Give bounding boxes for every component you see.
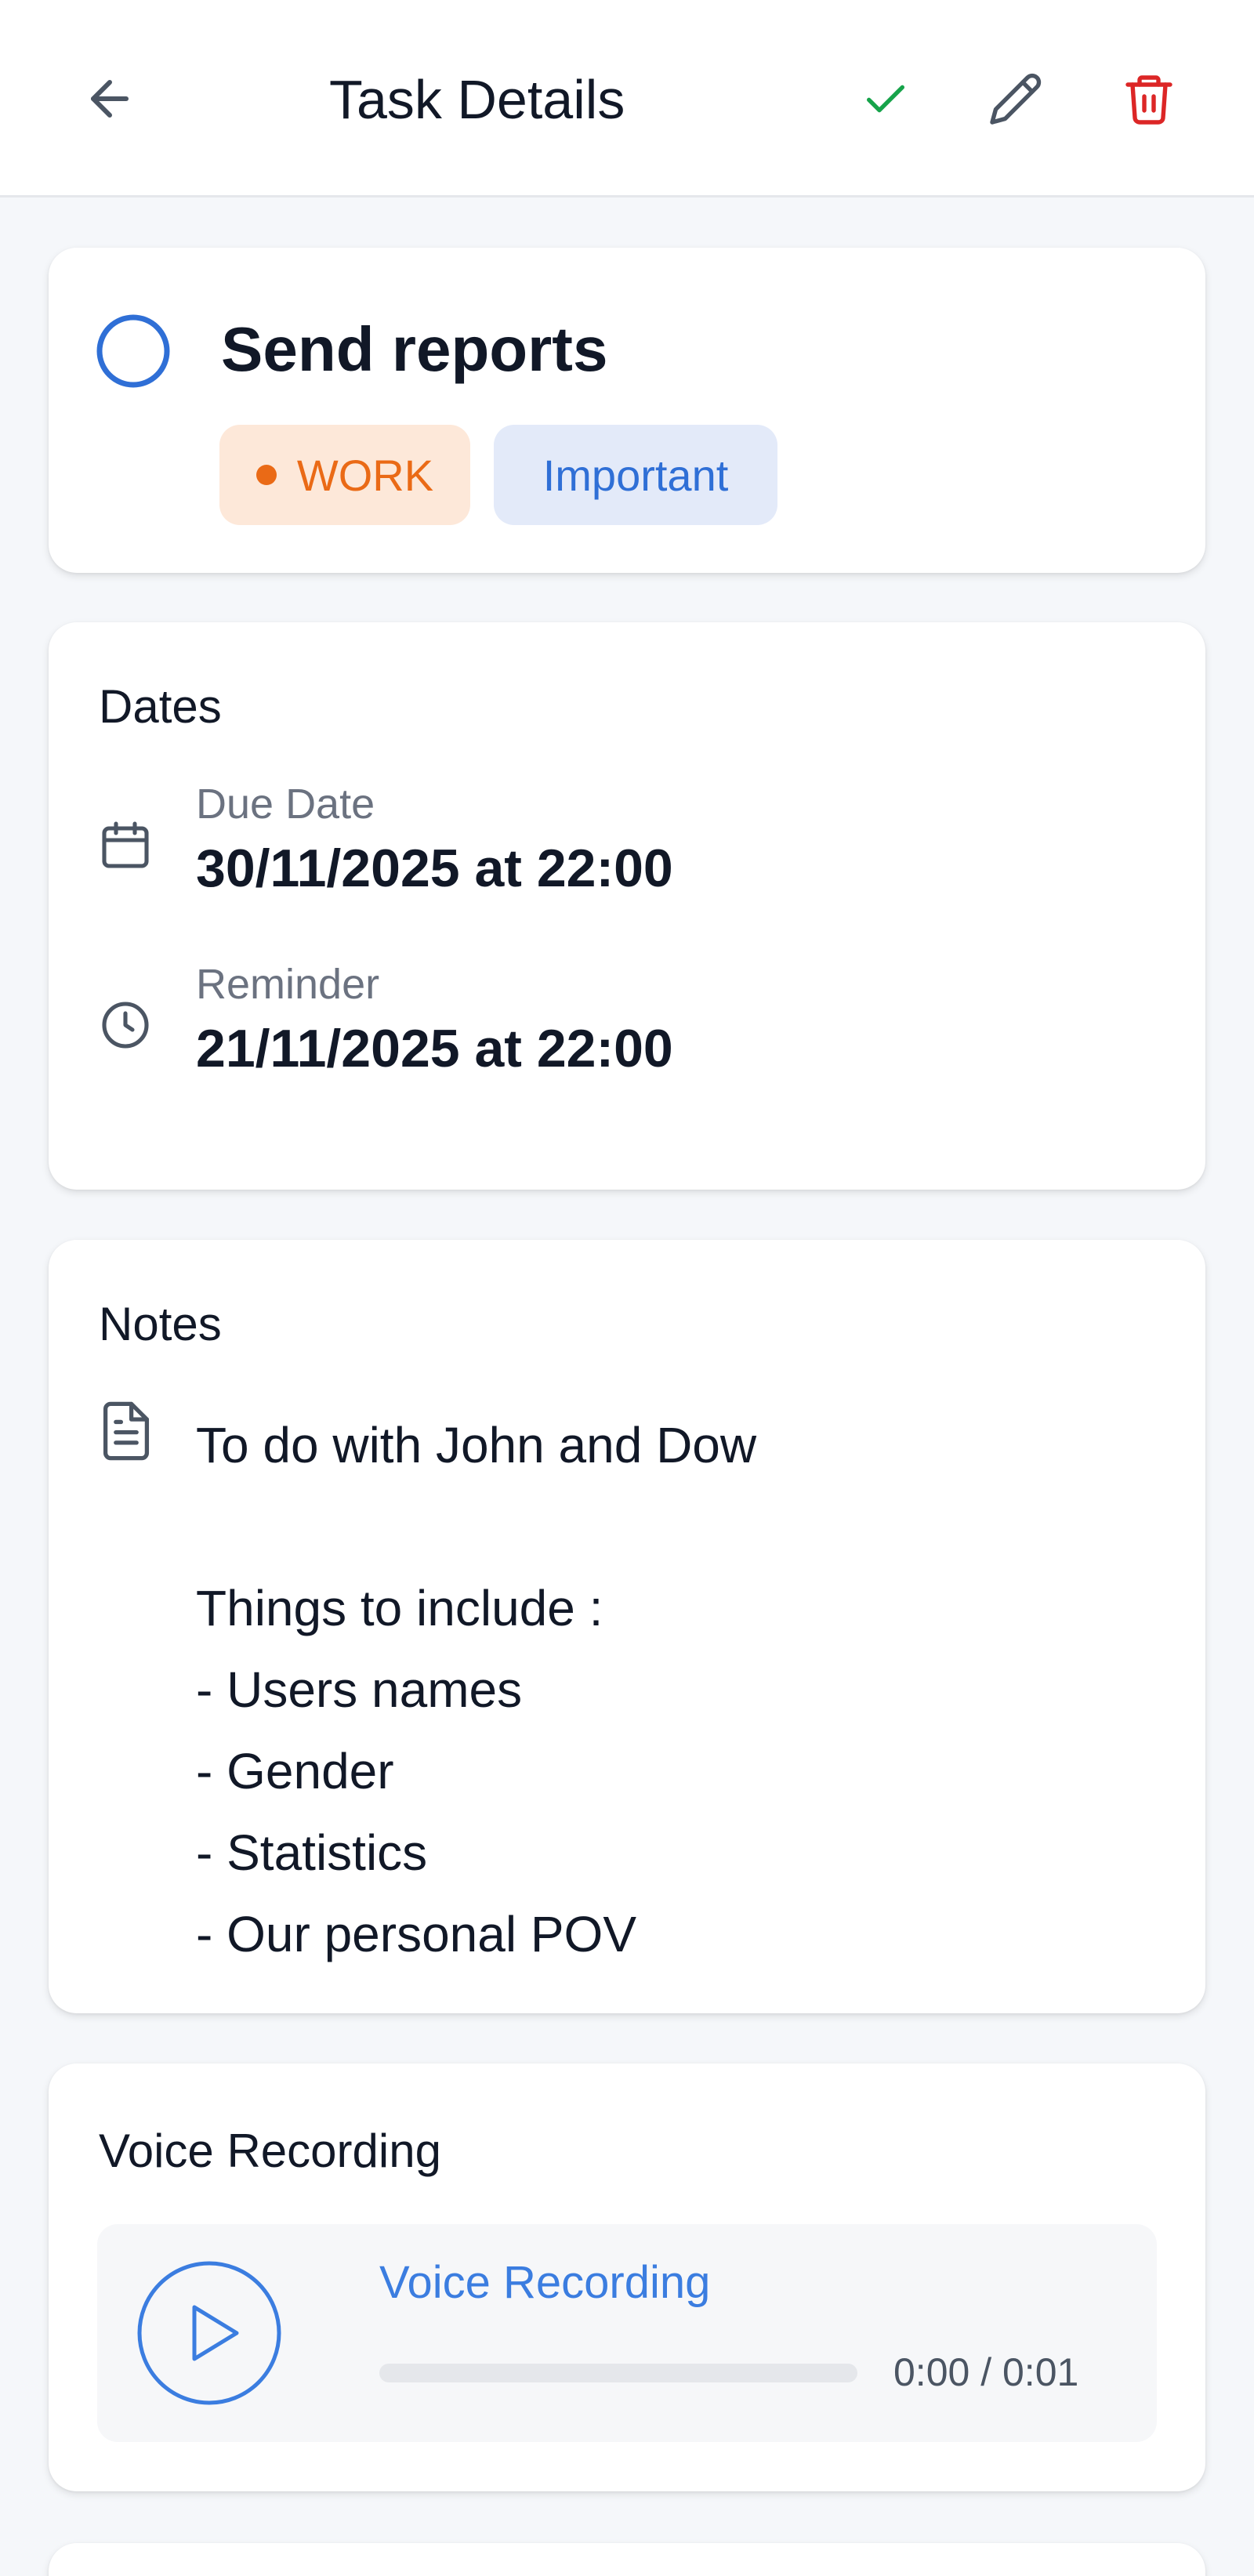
- task-details-screen: Task Details Send reports WORK Important…: [0, 0, 1254, 2576]
- calendar-icon: [102, 821, 149, 868]
- task-title: Send reports: [221, 314, 608, 384]
- due-date-label: Due Date: [196, 781, 375, 828]
- next-card: [49, 2543, 1205, 2576]
- category-chip: WORK: [219, 425, 470, 525]
- edit-button[interactable]: [977, 60, 1055, 138]
- category-label: WORK: [296, 450, 434, 500]
- notes-card: Notes To do with John and Dow Things to …: [49, 1240, 1205, 2013]
- pencil-icon: [990, 73, 1042, 125]
- dates-section-title: Dates: [99, 680, 222, 733]
- app-bar: Task Details: [0, 0, 1254, 197]
- dates-card: Dates Due Date 30/11/2025 at 22:00 Remin…: [49, 622, 1205, 1190]
- delete-button[interactable]: [1110, 60, 1188, 138]
- recording-title: Voice Recording: [379, 2257, 711, 2308]
- complete-button[interactable]: [846, 60, 925, 138]
- voice-section-title: Voice Recording: [99, 2125, 441, 2177]
- page-title: Task Details: [329, 69, 625, 130]
- category-dot: [256, 465, 277, 485]
- document-icon: [103, 1401, 150, 1461]
- notes-text: To do with John and Dow Things to includ…: [196, 1417, 757, 1962]
- clock-icon: [102, 1002, 149, 1049]
- due-date-value: 30/11/2025 at 22:00: [196, 839, 673, 898]
- reminder-label: Reminder: [196, 961, 380, 1008]
- arrow-left-icon: [91, 80, 129, 118]
- reminder-value: 21/11/2025 at 22:00: [196, 1019, 673, 1078]
- playback-progress[interactable]: [379, 2364, 857, 2382]
- voice-recording-card: Voice Recording Voice Recording 0:00 / 0…: [49, 2063, 1205, 2491]
- play-button[interactable]: [135, 2259, 284, 2408]
- check-icon: [867, 85, 904, 113]
- audio-player: Voice Recording 0:00 / 0:01: [97, 2224, 1157, 2442]
- back-button[interactable]: [71, 60, 149, 138]
- task-card: Send reports WORK Important: [49, 248, 1205, 573]
- trash-icon: [1125, 75, 1172, 125]
- priority-chip: Important: [494, 425, 777, 525]
- playback-time: 0:00 / 0:01: [893, 2350, 1079, 2394]
- task-complete-checkbox[interactable]: [96, 313, 171, 389]
- notes-section-title: Notes: [99, 1298, 222, 1350]
- priority-label: Important: [542, 450, 729, 500]
- play-icon: [192, 2305, 239, 2361]
